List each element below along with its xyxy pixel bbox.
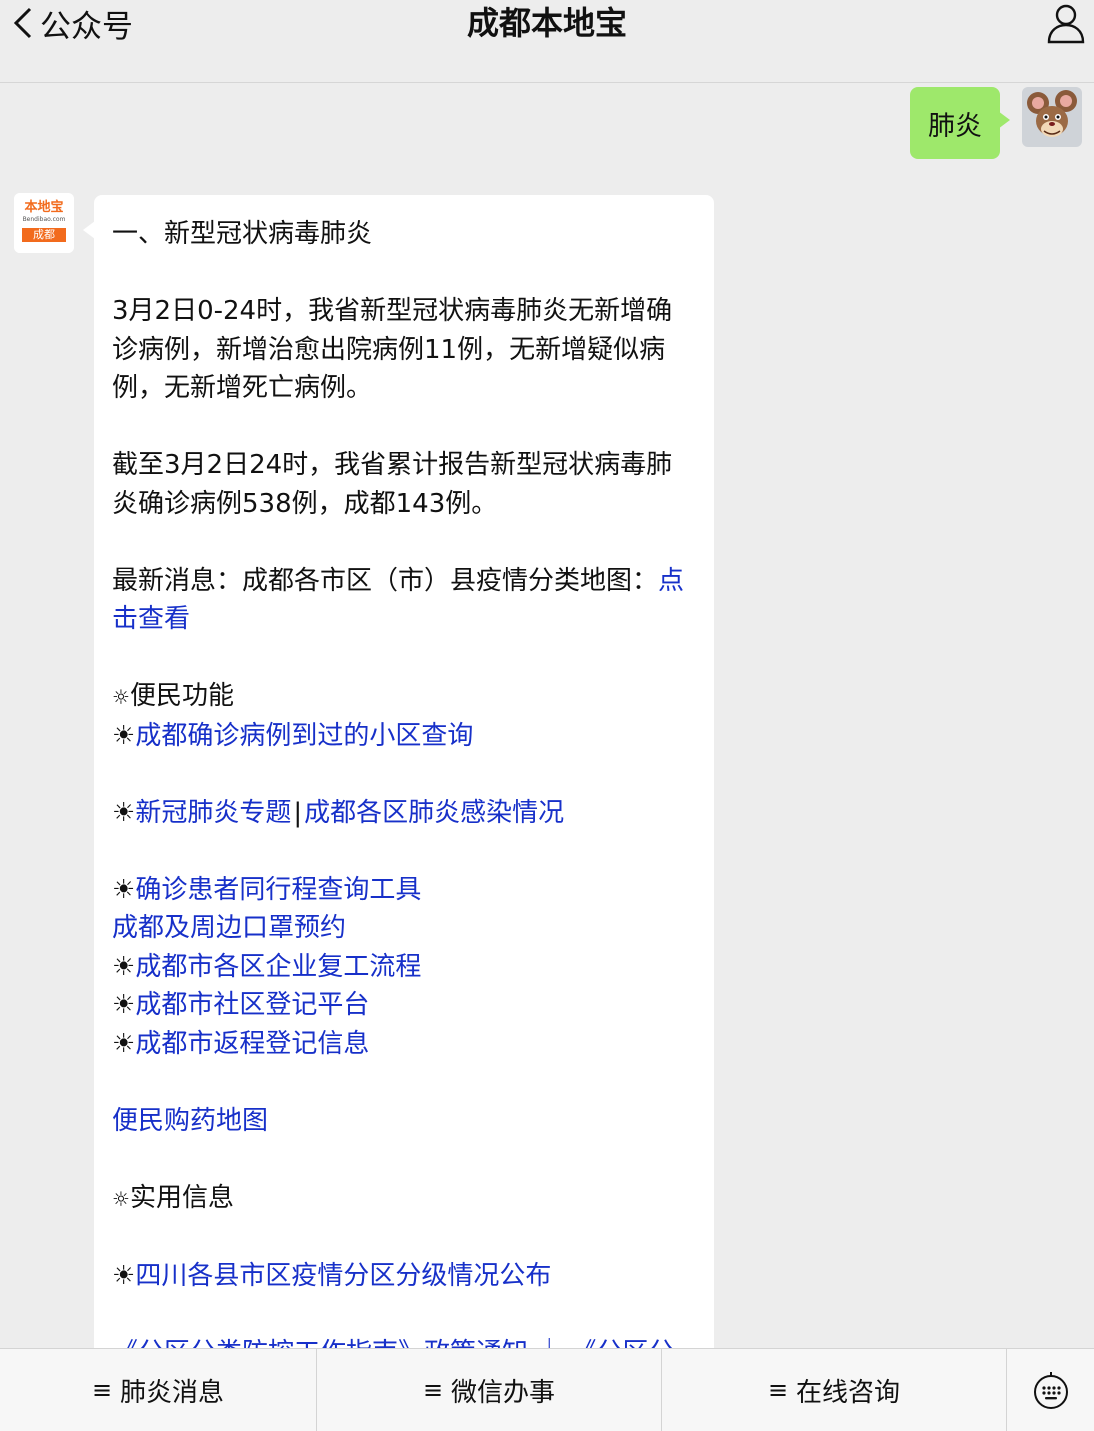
menu-label: 微信办事 xyxy=(451,1377,556,1408)
district-infection-link[interactable]: 成都各区肺炎感染情况 xyxy=(304,798,564,828)
trip-query-tool-link[interactable]: 确诊患者同行程查询工具 xyxy=(135,875,421,905)
sun-bullet-icon: ☀ xyxy=(112,1028,136,1059)
user-message-bubble[interactable]: 肺炎 xyxy=(910,87,1010,159)
section-marker-icon: ☼ xyxy=(112,1186,130,1211)
menu-label: 在线咨询 xyxy=(796,1377,901,1408)
list-item: 便民购药地图 xyxy=(112,1102,696,1141)
sun-bullet-icon: ☀ xyxy=(112,1260,136,1291)
article-heading: 一、新型冠状病毒肺炎 xyxy=(112,219,373,249)
profile-button[interactable] xyxy=(1046,2,1086,44)
community-query-link[interactable]: 成都确诊病例到过的小区查询 xyxy=(135,721,473,751)
keyboard-toggle-button[interactable] xyxy=(1006,1349,1094,1431)
latest-news-text: 最新消息：成都各市区（市）县疫情分类地图： xyxy=(112,565,659,596)
list-item: 成都及周边口罩预约 xyxy=(112,909,696,948)
logo-city: 成都 xyxy=(33,228,55,241)
sun-bullet-icon: ☀ xyxy=(112,797,136,828)
user-message-text: 肺炎 xyxy=(928,110,982,142)
resume-work-link[interactable]: 成都市各区企业复工流程 xyxy=(135,952,421,982)
menu-icon: ≡ xyxy=(767,1376,789,1404)
list-item: ☀成都确诊病例到过的小区查询 xyxy=(112,717,696,756)
sun-bullet-icon: ☀ xyxy=(112,720,136,751)
separator: | xyxy=(293,797,303,828)
bottom-menu-bar: ≡ 肺炎消息 ≡ 微信办事 ≡ 在线咨询 xyxy=(0,1348,1094,1431)
keyboard-icon xyxy=(1033,1372,1068,1409)
list-item: ☀成都市社区登记平台 xyxy=(112,986,696,1025)
section-marker-icon: ☼ xyxy=(112,685,130,709)
sun-bullet-icon: ☀ xyxy=(112,951,136,982)
latest-news-line: 最新消息：成都各市区（市）县疫情分类地图：点击查看 xyxy=(112,562,696,639)
mask-reservation-link[interactable]: 成都及周边口罩预约 xyxy=(112,913,346,943)
cumulative-report-paragraph: 截至3月2日24时，我省累计报告新型冠状病毒肺炎确诊病例538例，成都143例。 xyxy=(112,450,673,519)
sun-bullet-icon: ☀ xyxy=(112,874,136,905)
menu-pneumonia-news[interactable]: ≡ 肺炎消息 xyxy=(0,1349,316,1431)
list-item: ☀成都市返程登记信息 xyxy=(112,1025,696,1064)
mouse-avatar-icon xyxy=(1022,87,1082,147)
community-register-link[interactable]: 成都市社区登记平台 xyxy=(135,990,369,1020)
top-nav-bar: 公众号 成都本地宝 xyxy=(0,0,1094,83)
policy-guide-link[interactable]: 《分区分类防控工作指南》政策通知 ｜ 《分区分 xyxy=(112,1338,675,1349)
daily-report-paragraph: 3月2日0-24时，我省新型冠状病毒肺炎无新增确诊病例，新增治愈出院病例11例，… xyxy=(112,296,673,403)
list-item: ☀新冠肺炎专题|成都各区肺炎感染情况 xyxy=(112,794,696,833)
topic-link[interactable]: 新冠肺炎专题 xyxy=(135,798,291,828)
user-avatar[interactable] xyxy=(1022,87,1082,147)
chat-area[interactable]: 肺炎 本地宝 Bendibao.com 成都 一、新型冠状病毒肺炎 3月2日0-… xyxy=(0,83,1094,1348)
sun-bullet-icon: ☀ xyxy=(112,990,136,1020)
sichuan-zones-link[interactable]: 四川各县市区疫情分区分级情况公布 xyxy=(135,1261,551,1291)
menu-icon: ≡ xyxy=(91,1376,113,1404)
menu-label: 肺炎消息 xyxy=(120,1377,225,1408)
list-item: ☀成都市各区企业复工流程 xyxy=(112,948,696,987)
section-title-text: 便民功能 xyxy=(129,681,234,711)
list-item: ☀四川各县市区疫情分区分级情况公布 xyxy=(112,1257,696,1296)
section-title-text: 实用信息 xyxy=(129,1182,234,1213)
logo-site: Bendibao.com xyxy=(22,216,66,223)
return-register-link[interactable]: 成都市返程登记信息 xyxy=(135,1029,369,1059)
logo-text: 本地宝 xyxy=(24,200,64,215)
official-account-avatar[interactable]: 本地宝 Bendibao.com 成都 xyxy=(14,193,74,253)
section-convenience-title: ☼便民功能 xyxy=(112,677,696,717)
list-item: 《分区分类防控工作指南》政策通知 ｜ 《分区分 xyxy=(112,1334,696,1349)
person-icon xyxy=(1047,4,1085,44)
medicine-map-link[interactable]: 便民购药地图 xyxy=(112,1106,268,1136)
menu-online-consult[interactable]: ≡ 在线咨询 xyxy=(661,1349,1006,1431)
menu-wechat-services[interactable]: ≡ 微信办事 xyxy=(316,1349,661,1431)
list-item: ☀确诊患者同行程查询工具 xyxy=(112,871,696,910)
bot-message-bubble: 一、新型冠状病毒肺炎 3月2日0-24时，我省新型冠状病毒肺炎无新增确诊病例，新… xyxy=(83,195,714,1349)
section-practical-title: ☼实用信息 xyxy=(112,1179,696,1219)
page-title: 成都本地宝 xyxy=(466,4,627,42)
menu-icon: ≡ xyxy=(422,1376,444,1404)
